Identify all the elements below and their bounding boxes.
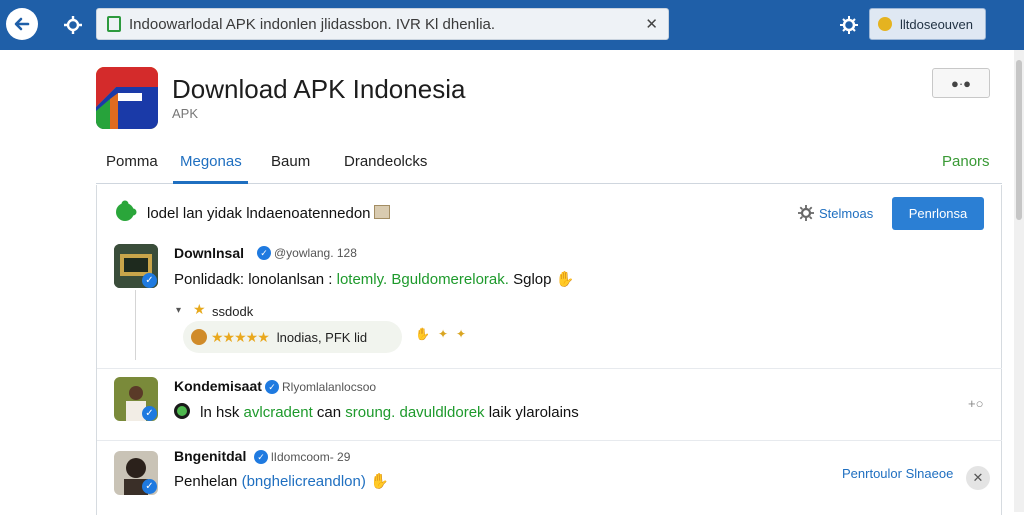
post-text-highlight-2[interactable]: sroung. davuldldorek (345, 404, 484, 421)
compose-prompt[interactable]: lodel lan yidak lndaenoatennedon (147, 205, 371, 222)
settings-icon[interactable] (60, 12, 86, 38)
tab-megonas[interactable]: Megonas (180, 153, 242, 170)
post-text-highlight[interactable]: avlcradent (244, 404, 313, 421)
rating-stars: ★★★★★ (211, 328, 270, 345)
options-button[interactable]: ●·● (932, 68, 990, 98)
tab-pomma[interactable]: Pomma (106, 153, 158, 170)
tab-panors[interactable]: Panors (942, 153, 990, 170)
post-text-link[interactable]: (bnghelicreandlon) (242, 473, 366, 490)
app-logo (96, 67, 158, 129)
puzzle-icon (113, 200, 137, 229)
thread-line (135, 290, 136, 360)
image-icon[interactable] (374, 205, 390, 219)
post-text-tail: laik ylarolains (488, 404, 579, 421)
scrollbar-thumb[interactable] (1016, 60, 1022, 220)
user-icon (878, 17, 892, 31)
verified-badge: ✓ (142, 406, 157, 421)
verified-icon: ✓ (254, 450, 268, 464)
divider (97, 440, 1002, 441)
verified-badge: ✓ (142, 273, 157, 288)
post-text-plain: Ponlidadk: lonolanlsan : (174, 271, 333, 288)
share-icon[interactable]: +○ (968, 396, 983, 411)
post-text-highlight[interactable]: lotemly. Bguldomerelorak. (337, 271, 509, 288)
pill-text: lnodias, PFK lid (276, 329, 368, 345)
back-button[interactable] (6, 8, 38, 40)
primary-button[interactable]: Penrlonsa (892, 197, 984, 230)
active-tab-indicator (173, 181, 248, 184)
star-icon: ★ (193, 301, 206, 317)
side-link[interactable]: Penrtoulor Slnaeoe (842, 466, 953, 481)
coin-icon (191, 329, 207, 345)
post-meta: @yowlang. 128 (274, 246, 357, 260)
post-author[interactable]: Downlnsal (174, 245, 244, 261)
post-text-tail: Sglop (513, 271, 552, 288)
hand-icon: ✋ (370, 473, 389, 490)
address-bar[interactable]: Indoowarlodal APK indonlen jlidassbon. I… (96, 8, 669, 40)
gear-icon[interactable] (797, 204, 815, 227)
account-label: lltdoseouven (900, 16, 973, 32)
chevron-down-icon[interactable]: ▾ (176, 305, 181, 316)
post-author[interactable]: Bngenitdal (174, 448, 246, 464)
tab-bar: Pomma Megonas Baum Drandeolcks Panors (96, 140, 1002, 184)
status-icon (174, 403, 190, 419)
page-subtitle: APK (172, 106, 199, 121)
post-text: Penhelan (bnghelicreandlon) ✋ (174, 472, 389, 490)
reply-label[interactable]: ssdodk (212, 304, 253, 319)
post-text: Ponlidadk: lonolanlsan : lotemly. Bguldo… (174, 270, 574, 288)
reaction-icons[interactable]: ✋✦✦ (415, 327, 474, 341)
post-text: ln hsk avlcradent can sroung. davuldldor… (174, 403, 579, 421)
post-text-mid: can (316, 404, 342, 421)
verified-icon: ✓ (265, 380, 279, 394)
browser-toolbar: Indoowarlodal APK indonlen jlidassbon. I… (0, 0, 1024, 50)
close-icon: ✕ (972, 470, 984, 485)
divider (97, 368, 1002, 369)
post-text-plain: ln hsk (200, 404, 240, 421)
extension-icon[interactable] (838, 14, 860, 41)
post-meta: Rlyomlalanlocsoo (282, 380, 377, 394)
address-text: Indoowarlodal APK indonlen jlidassbon. I… (129, 15, 496, 33)
account-button[interactable]: lltdoseouven (869, 8, 986, 40)
dismiss-button[interactable]: ✕ (966, 466, 990, 490)
rating-pill[interactable]: ★★★★★ lnodias, PFK lid (183, 321, 402, 353)
hand-icon: ✋ (555, 271, 575, 288)
post-author[interactable]: Kondemisaat (174, 378, 262, 394)
arrow-left-icon (14, 17, 30, 31)
close-icon[interactable]: ✕ (645, 15, 658, 33)
verified-icon: ✓ (257, 246, 271, 260)
post-text-plain: Penhelan (174, 473, 238, 490)
people-icon: ●·● (950, 75, 972, 91)
tab-baum[interactable]: Baum (271, 153, 310, 170)
page-title: Download APK Indonesia (172, 74, 466, 104)
tab-drandeolcks[interactable]: Drandeolcks (344, 153, 427, 170)
verified-badge: ✓ (142, 479, 157, 494)
post-meta: lIdomcoom- 29 (271, 450, 351, 464)
secure-icon (107, 16, 121, 32)
settings-link[interactable]: Stelmoas (819, 206, 873, 221)
